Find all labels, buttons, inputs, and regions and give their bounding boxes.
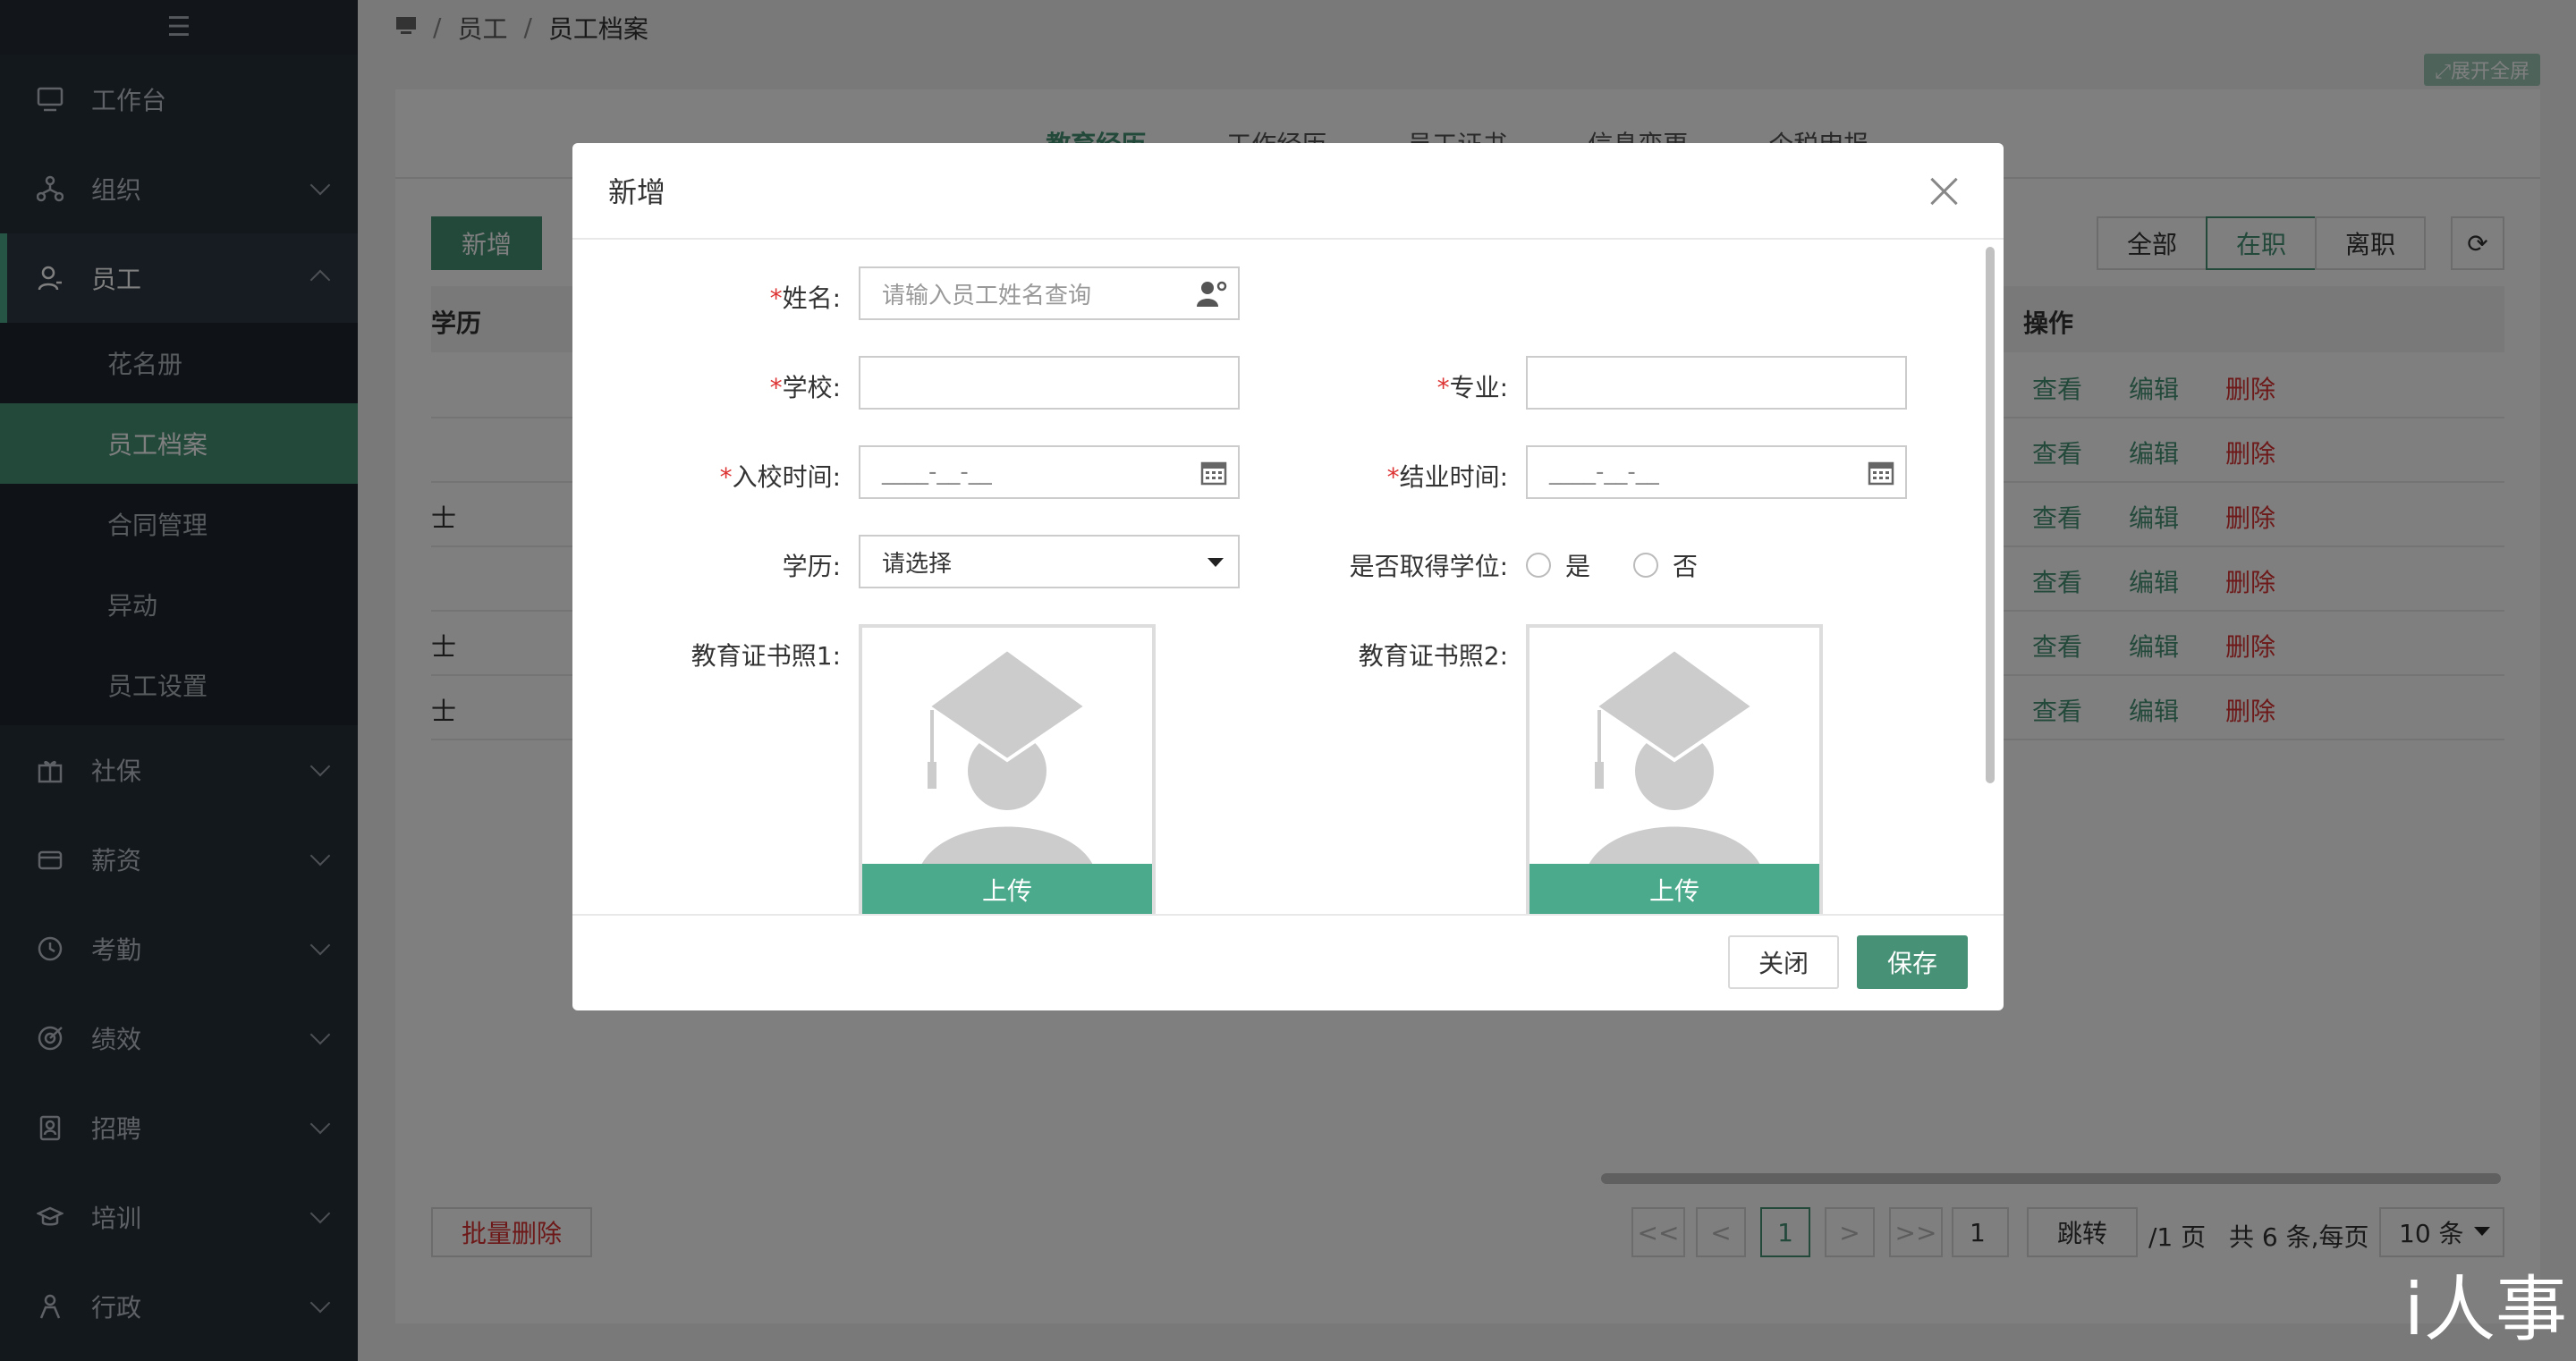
end-date-label: *结业时间: <box>1386 462 1508 492</box>
cert2-label: 教育证书照2: <box>1358 641 1508 671</box>
calendar-icon[interactable] <box>1868 459 1894 492</box>
upload-button[interactable]: 上传 <box>1530 864 1819 914</box>
dialog-title: 新增 <box>608 175 666 209</box>
cert1-upload[interactable]: 上传 <box>859 624 1156 914</box>
upload-button[interactable]: 上传 <box>862 864 1152 914</box>
name-field[interactable]: 请输入员工姓名查询 <box>859 266 1240 320</box>
cert1-label: 教育证书照1: <box>691 641 841 671</box>
major-label: *专业: <box>1436 373 1508 402</box>
save-button[interactable]: 保存 <box>1857 935 1968 989</box>
degree-yes-radio[interactable]: 是 <box>1526 547 1590 583</box>
school-label: *学校: <box>769 373 841 402</box>
graduate-avatar-icon <box>916 647 1098 887</box>
calendar-icon[interactable] <box>1200 459 1227 492</box>
school-field[interactable] <box>859 356 1240 410</box>
cert2-upload[interactable]: 上传 <box>1526 624 1823 914</box>
close-icon[interactable] <box>1927 173 1962 209</box>
dialog-header: 新增 <box>572 143 2004 240</box>
dialog-footer: 关闭 保存 <box>572 914 2004 1010</box>
start-date-label: *入校时间: <box>719 462 841 492</box>
add-education-dialog: 新增 *姓名: 请输入员工姓名查询 *学校: *专业: *入校时间: ____-… <box>572 143 2004 1010</box>
got-degree-label: 是否取得学位: <box>1349 552 1508 581</box>
degree-label: 学历: <box>782 552 841 581</box>
brand-watermark: i人事 <box>2403 1268 2567 1351</box>
name-label: *姓名: <box>769 283 841 313</box>
user-search-icon[interactable] <box>1197 280 1227 313</box>
degree-select[interactable]: 请选择 <box>859 535 1240 588</box>
start-date-field[interactable]: ____-__-__ <box>859 445 1240 499</box>
close-button[interactable]: 关闭 <box>1728 935 1839 989</box>
major-field[interactable] <box>1526 356 1907 410</box>
degree-no-radio[interactable]: 否 <box>1633 547 1698 583</box>
caret-down-icon <box>1208 558 1224 567</box>
dialog-body: *姓名: 请输入员工姓名查询 *学校: *专业: *入校时间: ____-__-… <box>572 241 2004 914</box>
dialog-scrollbar[interactable] <box>1986 247 1995 783</box>
end-date-field[interactable]: ____-__-__ <box>1526 445 1907 499</box>
graduate-avatar-icon <box>1583 647 1766 887</box>
